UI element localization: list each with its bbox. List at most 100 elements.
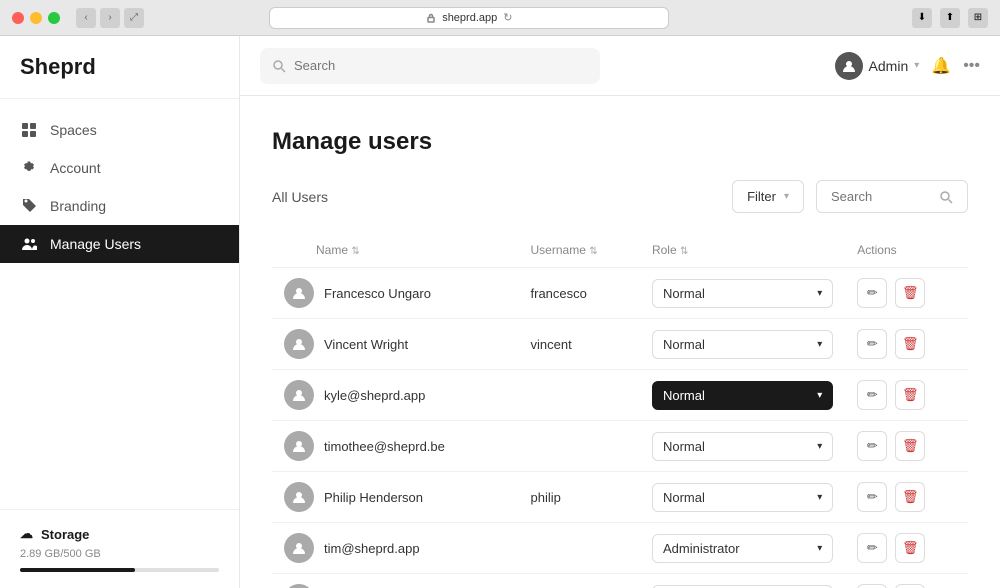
window-icon[interactable]: ⊞ [968,8,988,28]
storage-bar [20,568,219,572]
username: philip [531,490,561,505]
table-search-input[interactable] [831,189,931,204]
user-actions-cell: ✏ 🗑 [845,370,968,421]
edit-button[interactable]: ✏ [857,329,887,359]
sidebar-item-branding[interactable]: Branding [0,187,239,225]
expand-button[interactable]: ⤢ [124,8,144,28]
nav-items: Spaces Account Branding Manage Users [0,99,239,509]
delete-button[interactable]: 🗑 [895,380,925,410]
role-select[interactable]: Administrator ▾ [652,585,833,588]
maximize-button[interactable] [48,12,60,24]
back-button[interactable]: ‹ [76,8,96,28]
edit-button[interactable]: ✏ [857,278,887,308]
minimize-button[interactable] [30,12,42,24]
user-name-cell: Francesco Ungaro [272,268,519,319]
filter-label: Filter [747,189,776,204]
sort-icon: ⇅ [680,246,688,257]
role-select[interactable]: Normal ▾ [652,432,833,461]
role-label: Normal [663,388,705,403]
url-bar[interactable]: sheprd.app ↻ [269,7,669,29]
main-content: Manage users All Users Filter ▾ Name [240,96,1000,588]
delete-button[interactable]: 🗑 [895,584,925,588]
user-username-cell: ella [519,574,640,588]
titlebar: ‹ › ⤢ sheprd.app ↻ ⬇ ⬆ ⊞ [0,0,1000,36]
delete-button[interactable]: 🗑 [895,482,925,512]
header-search[interactable] [260,48,600,84]
avatar [284,278,314,308]
filter-chevron-icon: ▾ [784,191,789,202]
role-label: Normal [663,337,705,352]
user-role-cell: Normal ▾ [640,319,845,370]
filter-button[interactable]: Filter ▾ [732,180,804,213]
role-select[interactable]: Normal ▾ [652,330,833,359]
user-name-cell: kyle@sheprd.app [272,370,519,421]
app-header: Admin ▾ 🔔 ••• [240,36,1000,96]
avatar [284,533,314,563]
page-title: Manage users [272,128,968,156]
download-icon[interactable]: ⬇ [912,8,932,28]
user-username-cell: vincent [519,319,640,370]
table-row: Philip Henderson philip Normal ▾ ✏ 🗑 [272,472,968,523]
role-select[interactable]: Normal ▾ [652,483,833,512]
edit-button[interactable]: ✏ [857,584,887,588]
user-name-cell: Vincent Wright [272,319,519,370]
users-table: Name ⇅ Username ⇅ Role ⇅ Actions [272,233,968,588]
sidebar-item-label: Manage Users [50,236,141,252]
user-name: kyle@sheprd.app [324,388,425,403]
table-row: Isabella Fonte ella Administrator ▾ ✏ 🗑 [272,574,968,588]
col-name[interactable]: Name ⇅ [272,233,519,268]
delete-button[interactable]: 🗑 [895,431,925,461]
user-name: Francesco Ungaro [324,286,431,301]
edit-button[interactable]: ✏ [857,482,887,512]
forward-button[interactable]: › [100,8,120,28]
edit-button[interactable]: ✏ [857,431,887,461]
chevron-down-icon: ▾ [817,441,822,452]
app-container: Sheprd Spaces Account Branding [0,36,1000,588]
sidebar-item-account[interactable]: Account [0,149,239,187]
user-name-cell: timothee@sheprd.be [272,421,519,472]
user-role-cell: Normal ▾ [640,421,845,472]
delete-button[interactable]: 🗑 [895,278,925,308]
avatar [284,380,314,410]
user-actions-cell: ✏ 🗑 [845,421,968,472]
avatar [284,482,314,512]
chevron-down-icon: ▾ [817,339,822,350]
user-role-cell: Normal ▾ [640,370,845,421]
role-select[interactable]: Normal ▾ [652,381,833,410]
edit-button[interactable]: ✏ [857,380,887,410]
sort-icon: ⇅ [589,246,597,257]
sidebar-item-spaces[interactable]: Spaces [0,111,239,149]
grid-icon [20,121,38,139]
search-input[interactable] [294,58,588,73]
avatar [284,584,314,588]
user-username-cell: philip [519,472,640,523]
user-actions-cell: ✏ 🗑 [845,268,968,319]
user-actions-cell: ✏ 🗑 [845,574,968,588]
sidebar-item-manage-users[interactable]: Manage Users [0,225,239,263]
col-role[interactable]: Role ⇅ [640,233,845,268]
header-right: Admin ▾ 🔔 ••• [835,52,980,80]
sort-icon: ⇅ [351,246,359,257]
notification-bell-icon[interactable]: 🔔 [931,56,951,76]
user-role-cell: Normal ▾ [640,268,845,319]
edit-button[interactable]: ✏ [857,533,887,563]
user-username-cell: francesco [519,268,640,319]
chevron-down-icon: ▾ [817,543,822,554]
table-row: timothee@sheprd.be Normal ▾ ✏ 🗑 [272,421,968,472]
more-options-icon[interactable]: ••• [963,57,980,75]
user-name-cell: tim@sheprd.app [272,523,519,574]
delete-button[interactable]: 🗑 [895,329,925,359]
share-icon[interactable]: ⬆ [940,8,960,28]
role-select[interactable]: Administrator ▾ [652,534,833,563]
table-search[interactable] [816,180,968,213]
admin-caret: ▾ [914,60,919,71]
close-button[interactable] [12,12,24,24]
username: vincent [531,337,572,352]
reload-button[interactable]: ↻ [503,11,512,24]
col-username[interactable]: Username ⇅ [519,233,640,268]
sidebar-item-label: Spaces [50,122,97,138]
admin-menu[interactable]: Admin ▾ [835,52,920,80]
role-select[interactable]: Normal ▾ [652,279,833,308]
all-users-label: All Users [272,189,720,205]
delete-button[interactable]: 🗑 [895,533,925,563]
